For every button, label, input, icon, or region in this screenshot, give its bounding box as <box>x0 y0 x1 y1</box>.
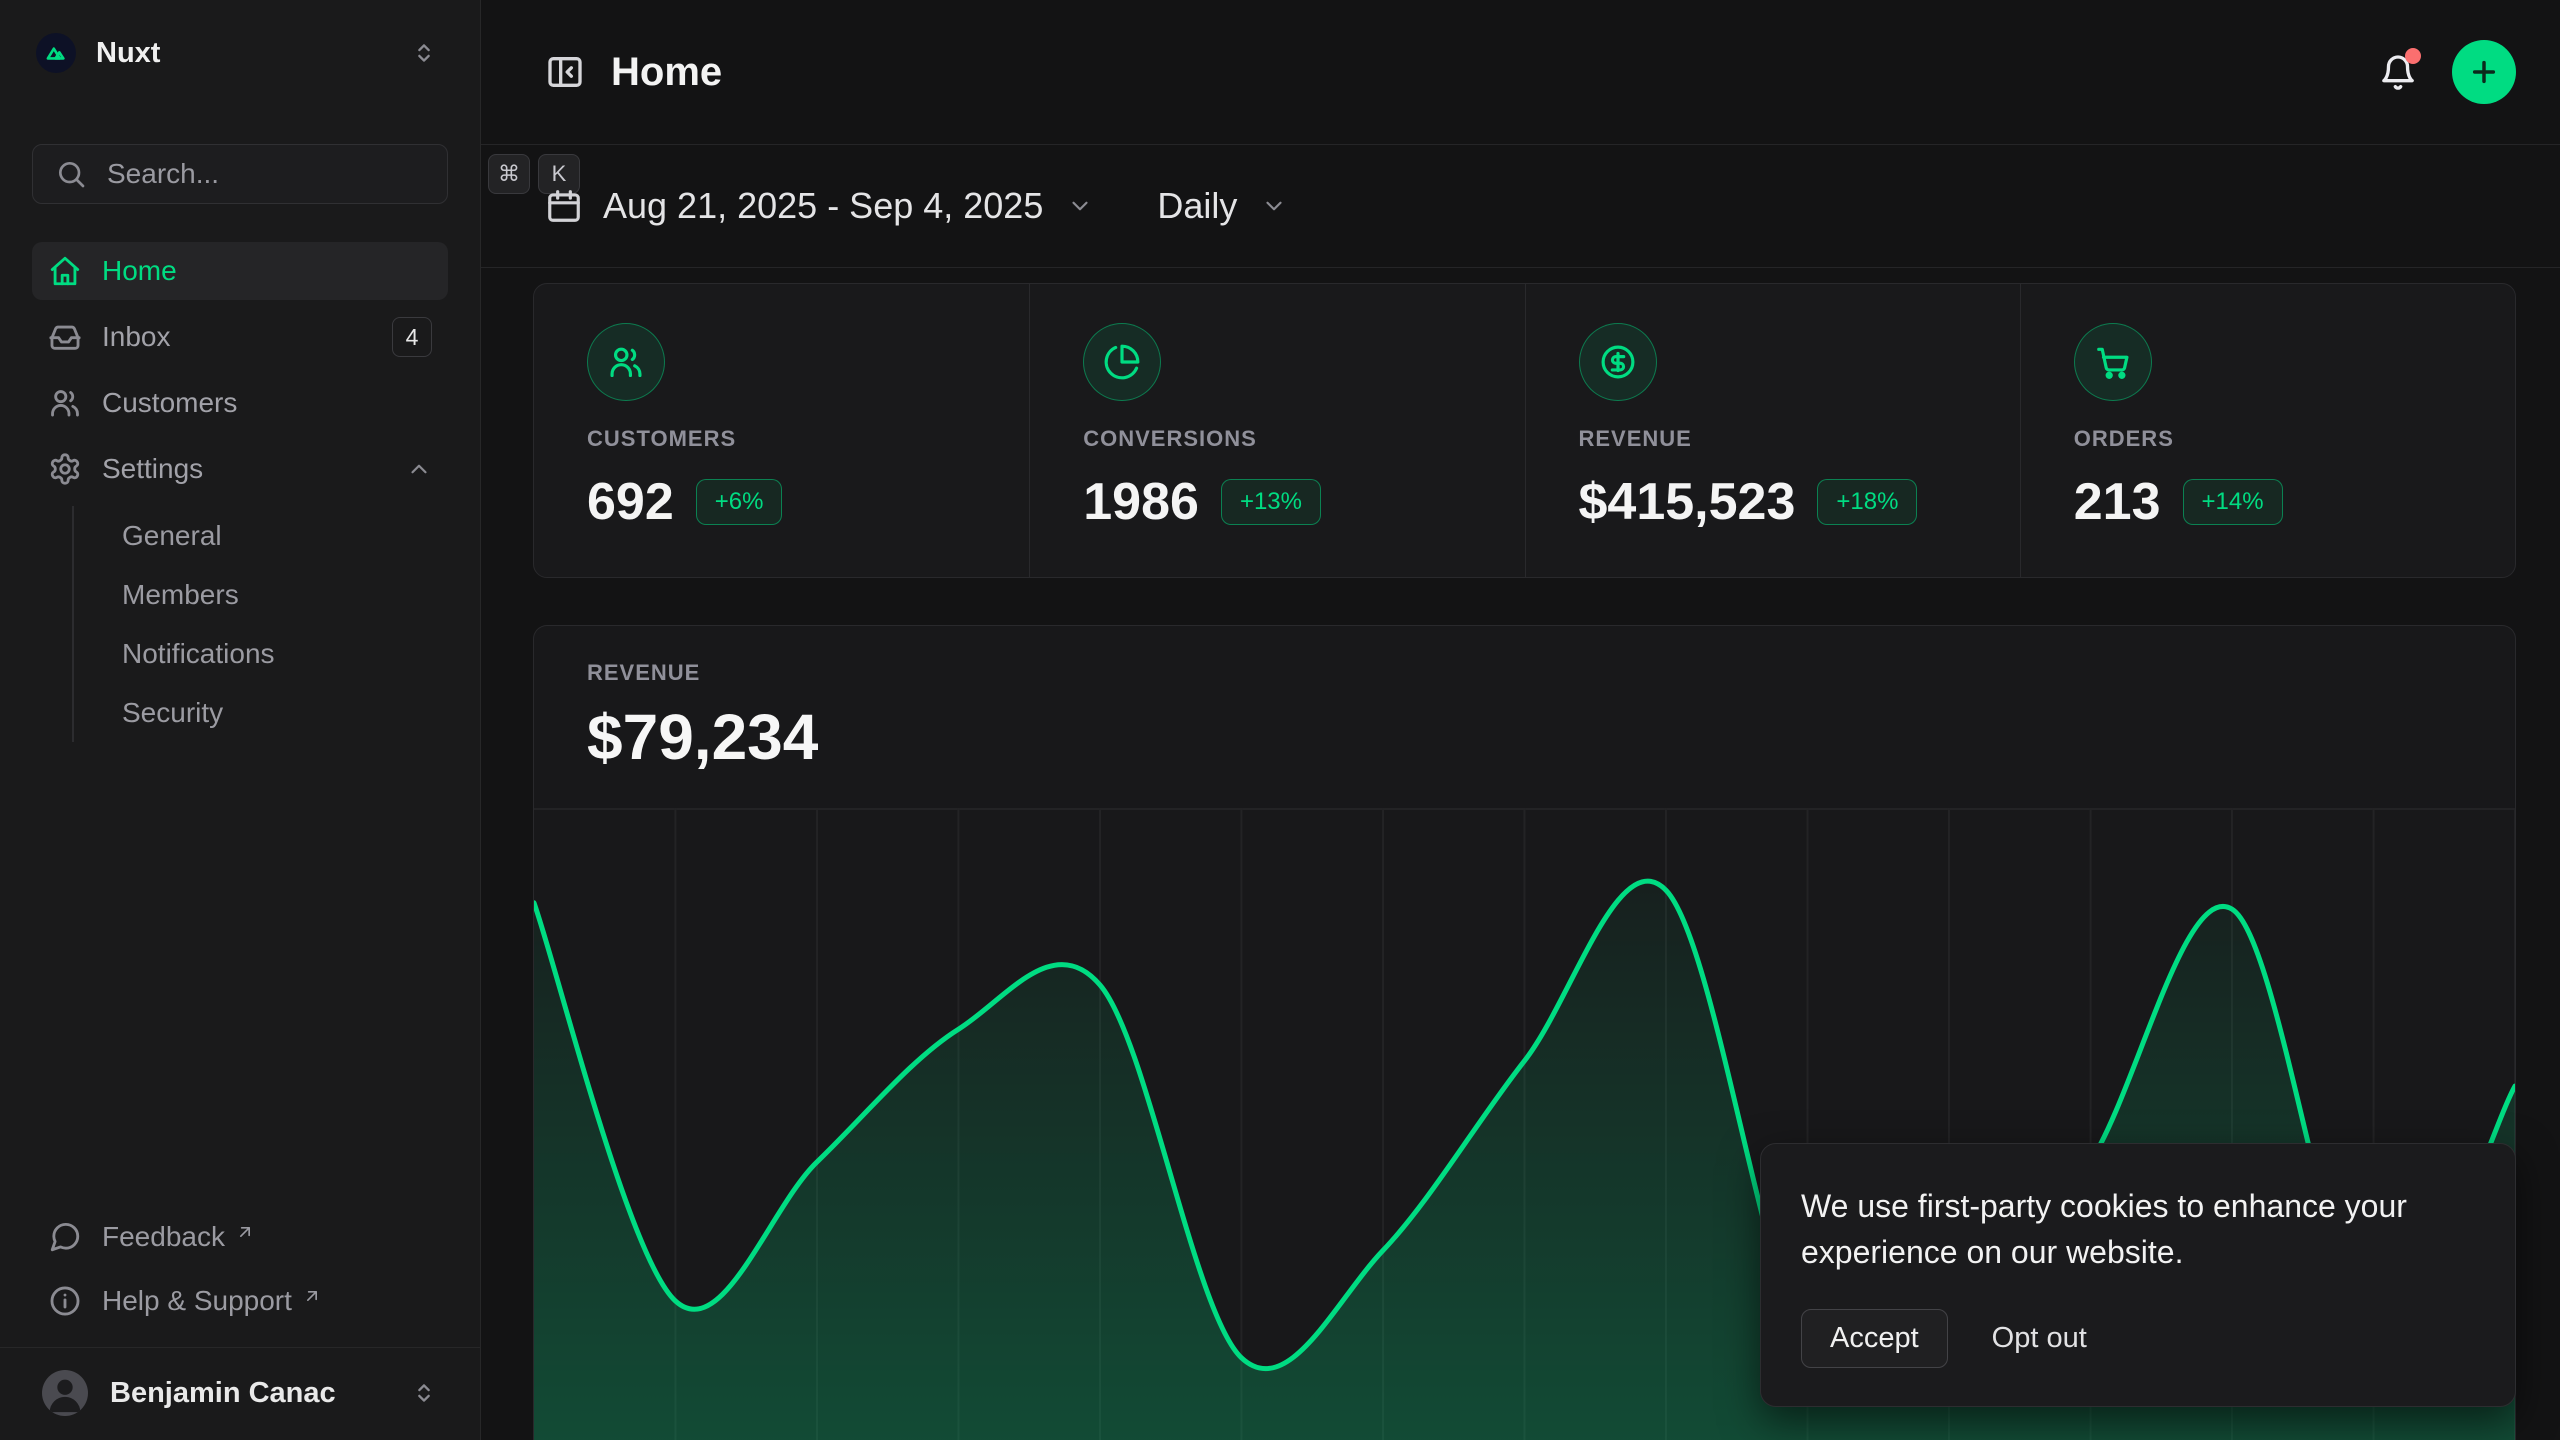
page-title: Home <box>611 50 2352 95</box>
feedback-label: Feedback <box>102 1221 225 1253</box>
sidebar-item-label: Notifications <box>122 638 275 670</box>
sidebar-item-customers[interactable]: Customers <box>32 374 448 432</box>
nuxt-logo-icon <box>36 33 76 73</box>
sidebar-item-label: Security <box>122 697 223 729</box>
sidebar-item-inbox[interactable]: Inbox 4 <box>32 308 448 366</box>
date-range-picker[interactable]: Aug 21, 2025 - Sep 4, 2025 <box>545 185 1093 227</box>
notifications-button[interactable] <box>2378 52 2418 92</box>
search-input[interactable] <box>107 158 468 190</box>
stats-row: CUSTOMERS 692 +6% CONVERSIONS 1986 +13% <box>533 283 2516 578</box>
stat-delta-badge: +6% <box>696 479 783 525</box>
avatar <box>42 1370 88 1416</box>
cookie-banner: We use first-party cookies to enhance yo… <box>1760 1143 2516 1407</box>
stat-label: CONVERSIONS <box>1083 426 1494 452</box>
help-support-label: Help & Support <box>102 1285 292 1317</box>
revenue-chart-value: $79,234 <box>587 700 2515 774</box>
stat-value: $415,523 <box>1579 472 1796 532</box>
info-circle-icon <box>48 1284 82 1318</box>
stat-conversions: CONVERSIONS 1986 +13% <box>1029 284 1524 577</box>
sidebar-item-home[interactable]: Home <box>32 242 448 300</box>
sidebar-footer: Feedback Help & Support <box>32 1209 448 1347</box>
users-icon <box>587 323 665 401</box>
chevrons-up-down-icon <box>410 1379 438 1407</box>
sidebar: Nuxt ⌘ K Home <box>0 0 481 1440</box>
sidebar-item-settings[interactable]: Settings <box>32 440 448 498</box>
stat-label: CUSTOMERS <box>587 426 999 452</box>
stat-delta-badge: +13% <box>1221 479 1321 525</box>
inbox-count-badge: 4 <box>392 317 432 357</box>
dollar-circle-icon <box>1579 323 1657 401</box>
workspace-switcher[interactable]: Nuxt <box>32 24 448 82</box>
stat-delta-badge: +18% <box>1817 479 1917 525</box>
sidebar-item-label: Customers <box>102 387 432 419</box>
stat-value: 692 <box>587 472 674 532</box>
granularity-label: Daily <box>1157 185 1237 227</box>
sidebar-collapse-icon[interactable] <box>545 52 585 92</box>
house-icon <box>48 254 82 288</box>
sidebar-item-general[interactable]: General <box>106 506 448 565</box>
gear-icon <box>48 452 82 486</box>
arrow-up-right-icon <box>302 1281 322 1313</box>
sidebar-item-label: Members <box>122 579 239 611</box>
page-header: Home <box>481 0 2560 145</box>
sidebar-item-label: Home <box>102 255 432 287</box>
granularity-select[interactable]: Daily <box>1157 185 1287 227</box>
shopping-cart-icon <box>2074 323 2152 401</box>
user-menu[interactable]: Benjamin Canac <box>0 1347 480 1440</box>
stat-value: 1986 <box>1083 472 1199 532</box>
sidebar-item-security[interactable]: Security <box>106 683 448 742</box>
cookie-actions: Accept Opt out <box>1801 1309 2475 1368</box>
stat-delta-badge: +14% <box>2183 479 2283 525</box>
sidebar-item-label: Settings <box>102 453 386 485</box>
stat-label: REVENUE <box>1579 426 1990 452</box>
filters-toolbar: Aug 21, 2025 - Sep 4, 2025 Daily <box>481 145 2560 268</box>
header-actions <box>2378 40 2516 104</box>
stat-value: 213 <box>2074 472 2161 532</box>
date-range-label: Aug 21, 2025 - Sep 4, 2025 <box>603 185 1043 227</box>
revenue-chart-label: REVENUE <box>587 660 2515 686</box>
sidebar-item-label: General <box>122 520 222 552</box>
stat-customers: CUSTOMERS 692 +6% <box>534 284 1029 577</box>
sidebar-item-notifications[interactable]: Notifications <box>106 624 448 683</box>
add-button[interactable] <box>2452 40 2516 104</box>
pie-chart-icon <box>1083 323 1161 401</box>
sidebar-item-members[interactable]: Members <box>106 565 448 624</box>
workspace-name: Nuxt <box>96 37 390 70</box>
calendar-icon <box>545 187 583 225</box>
chevron-up-icon <box>406 456 432 482</box>
chevron-down-icon <box>1261 193 1287 219</box>
opt-out-button[interactable]: Opt out <box>1992 1322 2087 1355</box>
stat-revenue: REVENUE $415,523 +18% <box>1525 284 2020 577</box>
users-icon <box>48 386 82 420</box>
user-name: Benjamin Canac <box>110 1377 388 1410</box>
search-input-wrap[interactable]: ⌘ K <box>32 144 448 204</box>
cookie-message: We use first-party cookies to enhance yo… <box>1801 1184 2475 1275</box>
accept-button[interactable]: Accept <box>1801 1309 1948 1368</box>
notification-dot <box>2405 48 2421 64</box>
feedback-link[interactable]: Feedback <box>32 1209 448 1265</box>
sidebar-spacer <box>32 742 448 1209</box>
inbox-icon <box>48 320 82 354</box>
chevrons-up-down-icon <box>410 39 438 67</box>
chevron-down-icon <box>1067 193 1093 219</box>
stat-label: ORDERS <box>2074 426 2485 452</box>
sidebar-item-label: Inbox <box>102 321 372 353</box>
search-icon <box>55 158 87 190</box>
settings-subnav: General Members Notifications Security <box>72 506 448 742</box>
message-bubble-icon <box>48 1220 82 1254</box>
stat-orders: ORDERS 213 +14% <box>2020 284 2515 577</box>
sidebar-nav: Home Inbox 4 Customers Settings <box>32 242 448 742</box>
arrow-up-right-icon <box>235 1217 255 1249</box>
help-support-link[interactable]: Help & Support <box>32 1273 448 1329</box>
revenue-chart-header: REVENUE $79,234 <box>534 626 2515 808</box>
